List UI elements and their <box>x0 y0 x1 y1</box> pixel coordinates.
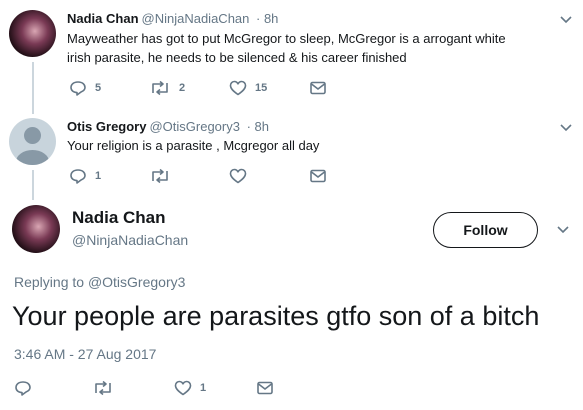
tweet1-text: Mayweather has got to put McGregor to sl… <box>67 29 567 67</box>
chevron-down-icon[interactable] <box>558 14 574 26</box>
tweet1-like-count: 15 <box>255 82 268 94</box>
tweet2-text: Your religion is a parasite , Mcgregor a… <box>67 138 320 153</box>
default-avatar-body <box>16 149 49 165</box>
tweet2-actions: 1 <box>69 168 327 184</box>
main-tweet-avatar[interactable] <box>12 205 60 253</box>
tweet1-reply-button[interactable]: 5 <box>69 80 149 96</box>
main-dm-button[interactable] <box>256 380 274 396</box>
tweet2-like-button[interactable] <box>229 168 309 184</box>
chevron-down-icon[interactable] <box>555 224 571 236</box>
main-tweet-name[interactable]: Nadia Chan <box>72 208 166 228</box>
tweet2-reply-button[interactable]: 1 <box>69 168 149 184</box>
main-tweet-timestamp[interactable]: 3:46 AM - 27 Aug 2017 <box>14 346 156 362</box>
main-like-count: 1 <box>200 382 207 394</box>
like-icon <box>229 168 247 184</box>
main-retweet-button[interactable] <box>92 380 174 396</box>
reply-icon <box>70 81 86 96</box>
replying-to-mention[interactable]: @OtisGregory3 <box>88 274 185 290</box>
default-avatar-head <box>24 127 41 145</box>
retweet-icon <box>152 80 168 96</box>
tweet1-handle[interactable]: @NinjaNadiaChan <box>142 11 250 26</box>
like-icon <box>229 80 247 96</box>
tweet1-author[interactable]: Nadia Chan @NinjaNadiaChan · 8h <box>67 11 278 26</box>
tweet1-time[interactable]: · 8h <box>256 11 278 26</box>
replying-to: Replying to @OtisGregory3 <box>14 274 185 290</box>
follow-button[interactable]: Follow <box>433 212 538 248</box>
tweet2-author[interactable]: Otis Gregory @OtisGregory3 · 8h <box>67 119 269 134</box>
tweet1-actions: 5 2 15 <box>69 80 327 96</box>
tweet1-reply-count: 5 <box>95 82 102 94</box>
main-like-button[interactable]: 1 <box>174 380 256 396</box>
main-tweet-actions: 1 <box>14 380 274 396</box>
tweet1-retweet-button[interactable]: 2 <box>149 80 229 96</box>
main-tweet-handle[interactable]: @NinjaNadiaChan <box>72 232 188 248</box>
chevron-down-icon[interactable] <box>558 122 574 134</box>
main-tweet-text: Your people are parasites gtfo son of a … <box>12 301 540 331</box>
dm-icon <box>310 81 326 95</box>
tweet2-dm-button[interactable] <box>309 168 327 184</box>
thread-line <box>32 62 34 114</box>
tweet1-text-line2: irish parasite, he needs to be silenced … <box>67 50 407 65</box>
tweet1-avatar[interactable] <box>9 10 56 57</box>
tweet1-text-line1: Mayweather has got to put McGregor to sl… <box>67 31 506 46</box>
tweet2-avatar[interactable] <box>9 118 56 165</box>
tweet2-reply-count: 1 <box>95 170 102 182</box>
main-reply-button[interactable] <box>14 380 92 396</box>
tweet1-dm-button[interactable] <box>309 80 327 96</box>
dm-icon <box>257 381 273 395</box>
thread-line <box>32 170 34 200</box>
tweet1-retweet-count: 2 <box>179 82 186 94</box>
tweet2-name[interactable]: Otis Gregory <box>67 119 146 134</box>
tweet1-like-button[interactable]: 15 <box>229 80 309 96</box>
retweet-icon <box>152 168 168 184</box>
tweet2-retweet-button[interactable] <box>149 168 229 184</box>
reply-icon <box>15 381 31 396</box>
like-icon <box>174 380 192 396</box>
retweet-icon <box>95 380 111 396</box>
tweet1-name[interactable]: Nadia Chan <box>67 11 139 26</box>
dm-icon <box>310 169 326 183</box>
reply-icon <box>70 169 86 184</box>
tweet2-time[interactable]: · 8h <box>247 119 269 134</box>
tweet2-handle[interactable]: @OtisGregory3 <box>149 119 240 134</box>
replying-prefix: Replying to <box>14 274 85 290</box>
